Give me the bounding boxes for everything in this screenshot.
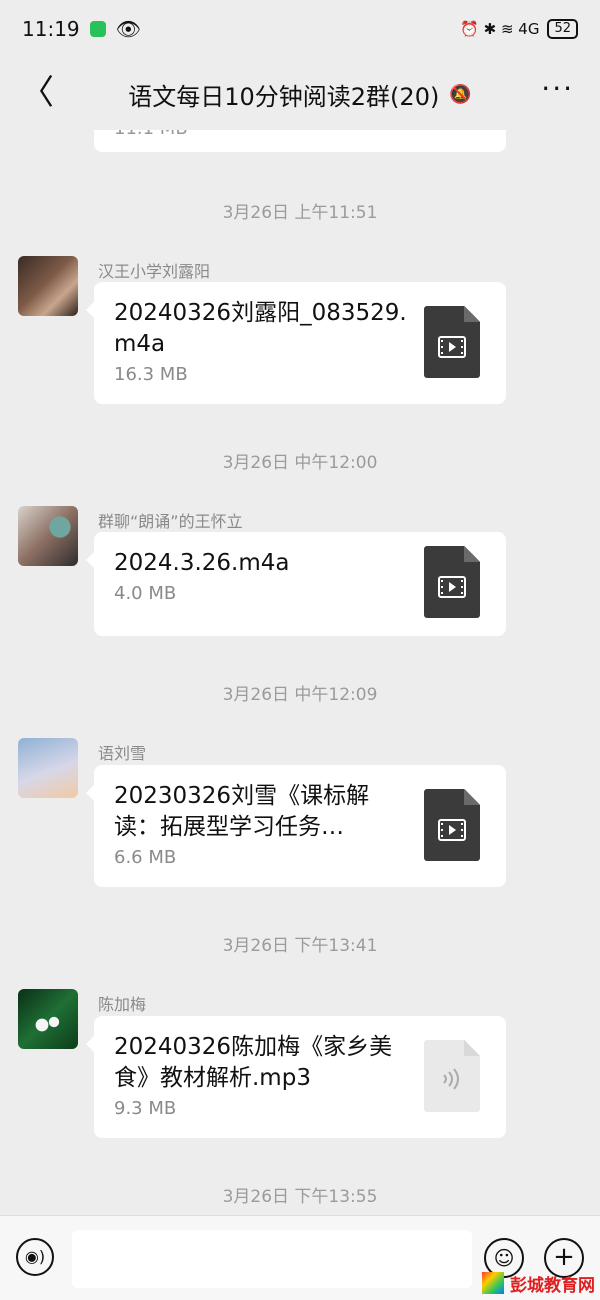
status-left: 11:19 👁: [22, 17, 141, 41]
timestamp: 3月26日 下午13:55: [222, 1187, 378, 1207]
file-name: 2024.3.26.m4a: [114, 550, 290, 576]
avatar[interactable]: [18, 738, 78, 798]
wechat-icon: [89, 21, 106, 37]
voice-input-button[interactable]: ◉): [16, 1238, 54, 1276]
clock-time: 11:19: [22, 17, 80, 41]
file-name: 20240326刘露阳_083529.m4a: [114, 300, 407, 357]
sender-name: 陈加梅: [98, 995, 147, 1014]
video-file-icon: [424, 546, 480, 618]
file-name: 20240326陈加梅《家乡美食》教材解析.mp3: [114, 1034, 393, 1091]
chat-title: 语文每日10分钟阅读2群(20): [128, 82, 440, 111]
eye-icon: 👁: [115, 17, 142, 41]
status-bar: 11:19 👁 ⏰ ✱ ≋ 4G 52: [0, 0, 600, 58]
chat-header: 〈 语文每日10分钟阅读2群(20) 🔕 ···: [0, 58, 600, 130]
timestamp: 3月26日 中午12:09: [222, 685, 378, 705]
signal-icon: ⏰ ✱ ≋ 4G: [460, 20, 540, 38]
avatar[interactable]: [18, 506, 78, 566]
sender-name: 汉王小学刘露阳: [98, 262, 211, 281]
video-file-icon: [424, 789, 480, 861]
video-file-icon: [424, 306, 480, 378]
more-icon[interactable]: ···: [541, 72, 574, 105]
file-name: 20230326刘雪《课标解读：拓展型学习任务…: [114, 783, 370, 840]
status-right: ⏰ ✱ ≋ 4G 52: [460, 19, 578, 39]
file-message-bubble[interactable]: 2024.3.26.m4a 4.0 MB: [86, 532, 506, 636]
timestamp: 3月26日 上午11:51: [222, 203, 378, 223]
battery-icon: 52: [547, 19, 578, 39]
sender-name: 语刘雪: [98, 744, 147, 763]
avatar[interactable]: [18, 256, 78, 316]
sender-name: 群聊“朗诵”的王怀立: [98, 512, 243, 531]
partial-message-bubble[interactable]: 11.1 MB: [94, 130, 506, 152]
message-input[interactable]: [72, 1230, 472, 1288]
timestamp: 3月26日 下午13:41: [222, 936, 378, 956]
file-message-bubble[interactable]: 20240326刘露阳_083529.m4a 16.3 MB: [86, 282, 506, 404]
timestamp: 3月26日 中午12:00: [222, 453, 378, 473]
avatar[interactable]: [18, 989, 78, 1049]
audio-file-icon: [424, 1040, 480, 1112]
watermark-text: 彭城教育网: [510, 1275, 595, 1296]
back-icon[interactable]: 〈: [20, 76, 54, 110]
mute-icon: 🔕: [449, 83, 472, 105]
partial-file-size: 11.1 MB: [114, 130, 188, 139]
chat-area[interactable]: 11.1 MB 3月26日 上午11:51 汉王小学刘露阳 20240326刘露…: [0, 130, 600, 1215]
chat-title-wrap: 语文每日10分钟阅读2群(20) 🔕: [128, 77, 472, 112]
watermark-logo-icon: [482, 1272, 504, 1294]
watermark: 彭城教育网: [482, 1270, 595, 1296]
file-message-bubble[interactable]: 20240326陈加梅《家乡美食》教材解析.mp3 9.3 MB: [86, 1016, 506, 1138]
file-message-bubble[interactable]: 20230326刘雪《课标解读：拓展型学习任务… 6.6 MB: [86, 765, 506, 887]
